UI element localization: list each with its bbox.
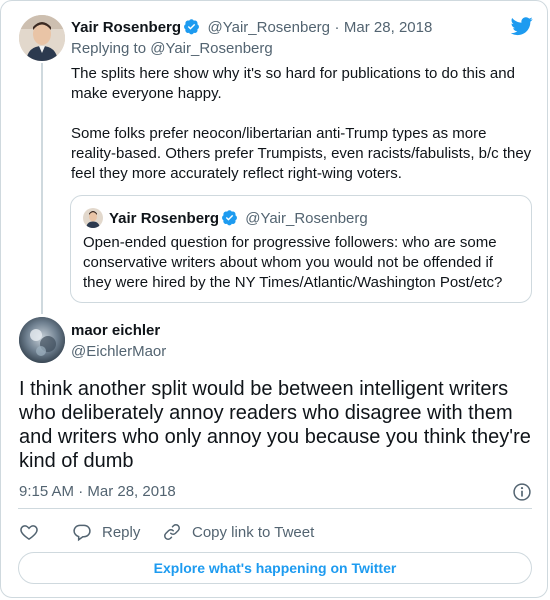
replying-to-handle[interactable]: @Yair_Rosenberg (150, 40, 273, 57)
avatar[interactable] (19, 317, 65, 363)
avatar (83, 208, 103, 228)
quoted-author-name: Yair Rosenberg (109, 210, 220, 227)
reply-label: Reply (102, 523, 141, 541)
reply-author-handle[interactable]: @EichlerMaor (71, 343, 166, 360)
reply-button[interactable]: Reply (72, 522, 140, 542)
thread-connector-line (41, 63, 43, 314)
author-name[interactable]: Yair Rosenberg (71, 19, 181, 36)
reply-text: I think another split would be between i… (19, 378, 531, 472)
reply-author-name[interactable]: maor eichler (71, 322, 160, 339)
tweet-text-paragraph: The splits here show why it's so hard fo… (71, 65, 515, 102)
verified-badge-icon (222, 210, 237, 226)
info-icon[interactable] (512, 482, 532, 502)
avatar[interactable] (19, 15, 65, 61)
separator: · (334, 19, 340, 36)
quoted-author-handle: @Yair_Rosenberg (245, 210, 368, 227)
tweet-header: Yair Rosenberg @Yair_Rosenberg · Mar 28,… (71, 18, 432, 37)
twitter-bird-icon[interactable] (511, 15, 533, 37)
reply-timestamp[interactable]: 9:15 AM · Mar 28, 2018 (19, 483, 176, 500)
replying-to: Replying to @Yair_Rosenberg (71, 40, 273, 57)
reply-bubble-icon (73, 524, 91, 542)
quoted-tweet-header: Yair Rosenberg @Yair_Rosenberg (109, 209, 368, 227)
divider (18, 508, 532, 509)
quoted-tweet[interactable]: Yair Rosenberg @Yair_Rosenberg Open-ende… (70, 195, 532, 303)
replying-to-prefix: Replying to (71, 40, 147, 57)
verified-badge-icon (184, 19, 199, 35)
copy-link-button[interactable]: Copy link to Tweet (162, 522, 314, 542)
link-icon (164, 524, 180, 540)
explore-twitter-button[interactable]: Explore what's happening on Twitter (18, 552, 532, 584)
copy-link-label: Copy link to Tweet (192, 523, 315, 541)
heart-icon (20, 525, 38, 540)
tweet-text-paragraph: Some folks prefer neocon/libertarian ant… (71, 125, 532, 182)
embedded-tweet-card: Yair Rosenberg @Yair_Rosenberg · Mar 28,… (0, 0, 548, 598)
tweet-date[interactable]: Mar 28, 2018 (344, 19, 432, 36)
quoted-tweet-text: Open-ended question for progressive foll… (83, 234, 503, 291)
author-handle[interactable]: @Yair_Rosenberg (208, 19, 331, 36)
like-button[interactable] (19, 522, 49, 542)
